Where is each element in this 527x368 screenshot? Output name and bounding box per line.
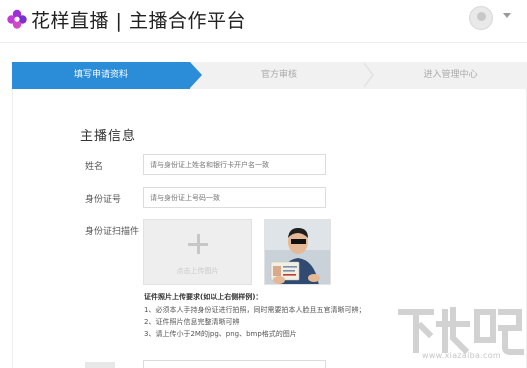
- section-title: 主播信息: [80, 129, 137, 144]
- user-avatar-icon[interactable]: [469, 6, 493, 30]
- id-scan-upload-button[interactable]: 点击上传图片: [143, 219, 252, 285]
- id-number-input[interactable]: [143, 187, 326, 208]
- header-divider: [0, 42, 527, 43]
- step-official-review: 官方审核: [260, 70, 297, 80]
- requirement-line: 2、证件照片信息完整清晰可辨: [144, 318, 240, 326]
- step-enter-management: 进入管理中心: [423, 70, 478, 80]
- next-field-label: [85, 362, 115, 368]
- name-label: 姓名: [85, 162, 104, 172]
- plus-icon: [188, 234, 208, 254]
- id-scan-label: 身份证扫描件: [85, 227, 140, 237]
- upload-text: 点击上传图片: [176, 267, 219, 275]
- requirement-line: 1、必须本人手持身份证进行拍照，同时需要拍本人脸且五官清晰可辨；: [144, 306, 366, 314]
- top-header: 花样直播 | 主播合作平台: [0, 0, 527, 40]
- step-separator: [363, 62, 374, 88]
- chevron-down-icon[interactable]: [503, 13, 511, 18]
- step-fill-application: 填写申请资料: [12, 62, 202, 89]
- flower-logo-icon[interactable]: [6, 8, 28, 30]
- requirements-title: 证件照片上传要求(如以上右侧样例)：: [144, 293, 263, 301]
- id-number-label: 身份证号: [85, 195, 122, 205]
- brand-title: 花样直播 | 主播合作平台: [31, 10, 246, 32]
- watermark-url: www.xiazaiba.com: [422, 351, 502, 360]
- requirement-line: 3、请上传小于2M的jpg、png、bmp格式的图片: [144, 330, 297, 338]
- name-input[interactable]: [143, 154, 326, 175]
- progress-steps: 填写申请资料 官方审核 进入管理中心: [12, 62, 527, 89]
- next-field-input[interactable]: [143, 360, 326, 368]
- sample-id-photo: [264, 219, 331, 285]
